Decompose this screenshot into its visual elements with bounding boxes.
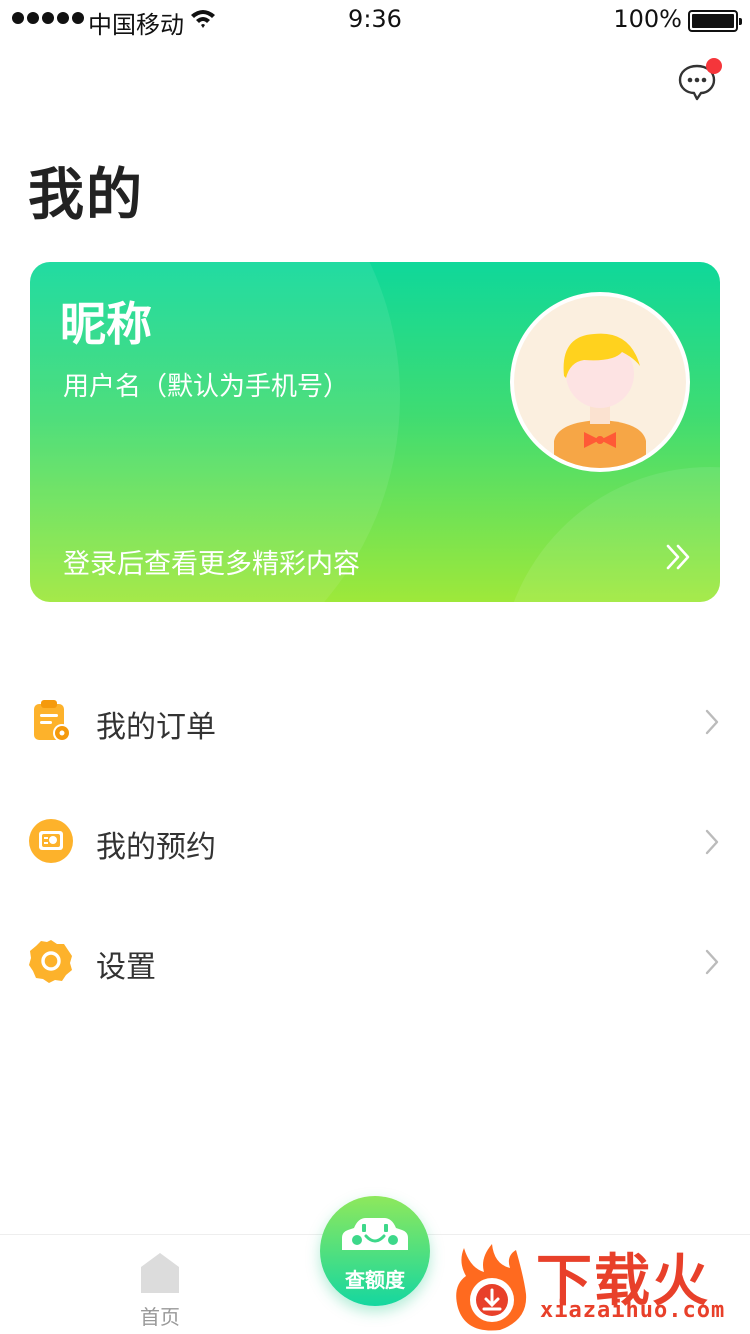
double-chevron-right-icon[interactable] — [664, 542, 694, 572]
menu-item-label: 我的订单 — [96, 710, 216, 745]
user-avatar-icon — [554, 333, 646, 468]
chevron-right-icon — [705, 829, 719, 855]
messages-button[interactable] — [676, 58, 722, 104]
battery-percentage: 100% — [613, 5, 682, 33]
status-bar: 中国移动 9:36 100% — [0, 0, 750, 40]
avatar[interactable] — [510, 292, 690, 472]
watermark-logo: 下载火 xiazaihuo.com — [444, 1238, 750, 1334]
home-icon — [141, 1253, 179, 1293]
battery-icon — [688, 10, 742, 32]
check-credit-label: 查额度 — [345, 1268, 405, 1292]
page-title: 我的 — [28, 163, 144, 228]
menu-item-label: 设置 — [96, 950, 156, 985]
username: 用户名（默认为手机号） — [63, 372, 350, 402]
tab-home[interactable]: 首页 — [120, 1251, 200, 1331]
order-clipboard-icon — [34, 700, 71, 742]
menu-item-appointments[interactable]: 我的预约 — [0, 796, 750, 886]
appointment-icon — [29, 819, 73, 863]
notification-badge — [706, 58, 722, 74]
chevron-right-icon — [705, 709, 719, 735]
chevron-right-icon — [705, 949, 719, 975]
profile-card[interactable]: 昵称 用户名（默认为手机号） 登录后查看更多精彩内容 — [30, 262, 720, 602]
card-decoration — [500, 467, 720, 602]
watermark-url: xiazaihuo.com — [540, 1298, 726, 1323]
menu-item-orders[interactable]: 我的订单 — [0, 676, 750, 766]
car-icon — [342, 1218, 408, 1250]
menu-item-settings[interactable]: 设置 — [0, 916, 750, 1006]
tab-home-label: 首页 — [140, 1305, 180, 1329]
menu-item-label: 我的预约 — [96, 830, 216, 865]
login-hint: 登录后查看更多精彩内容 — [63, 549, 360, 580]
flame-logo-icon — [456, 1244, 527, 1331]
settings-gear-icon — [29, 940, 72, 983]
check-credit-button[interactable]: 查额度 — [320, 1196, 430, 1306]
nickname: 昵称 — [60, 297, 152, 351]
